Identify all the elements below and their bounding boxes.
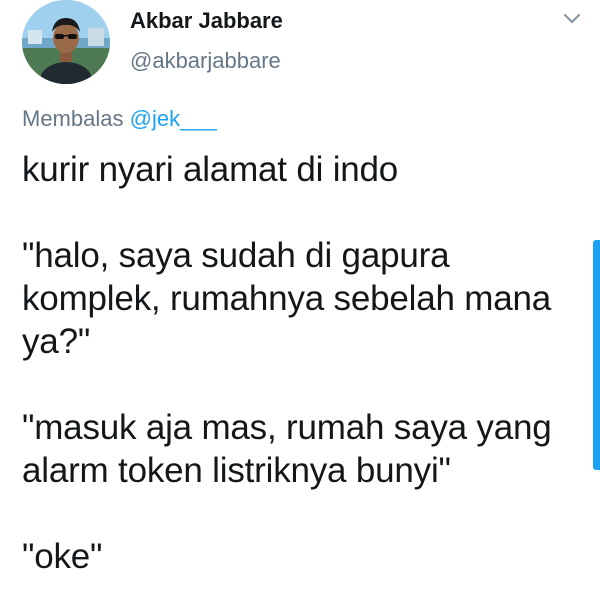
profile-photo-icon bbox=[22, 0, 110, 84]
tweet-paragraph: "halo, saya sudah di gapura komplek, rum… bbox=[22, 236, 552, 361]
reply-handle-link[interactable]: @jek___ bbox=[130, 106, 217, 131]
chevron-down-icon[interactable] bbox=[562, 12, 582, 26]
tweet-text: kurir nyari alamat di indo "halo, saya s… bbox=[22, 148, 582, 578]
tweet-card: Akbar Jabbare @akbarjabbare Membalas @je… bbox=[0, 0, 600, 600]
scrollbar[interactable] bbox=[593, 240, 600, 470]
avatar[interactable] bbox=[22, 0, 110, 84]
reply-context: Membalas @jek___ bbox=[22, 106, 217, 132]
tweet-paragraph: "oke" bbox=[22, 537, 103, 576]
tweet-line: kurir nyari alamat di indo bbox=[22, 150, 399, 189]
reply-prefix: Membalas bbox=[22, 106, 124, 131]
display-name[interactable]: Akbar Jabbare bbox=[130, 8, 283, 34]
tweet-paragraph: "masuk aja mas, rumah saya yang alarm to… bbox=[22, 408, 552, 490]
username[interactable]: @akbarjabbare bbox=[130, 48, 281, 74]
